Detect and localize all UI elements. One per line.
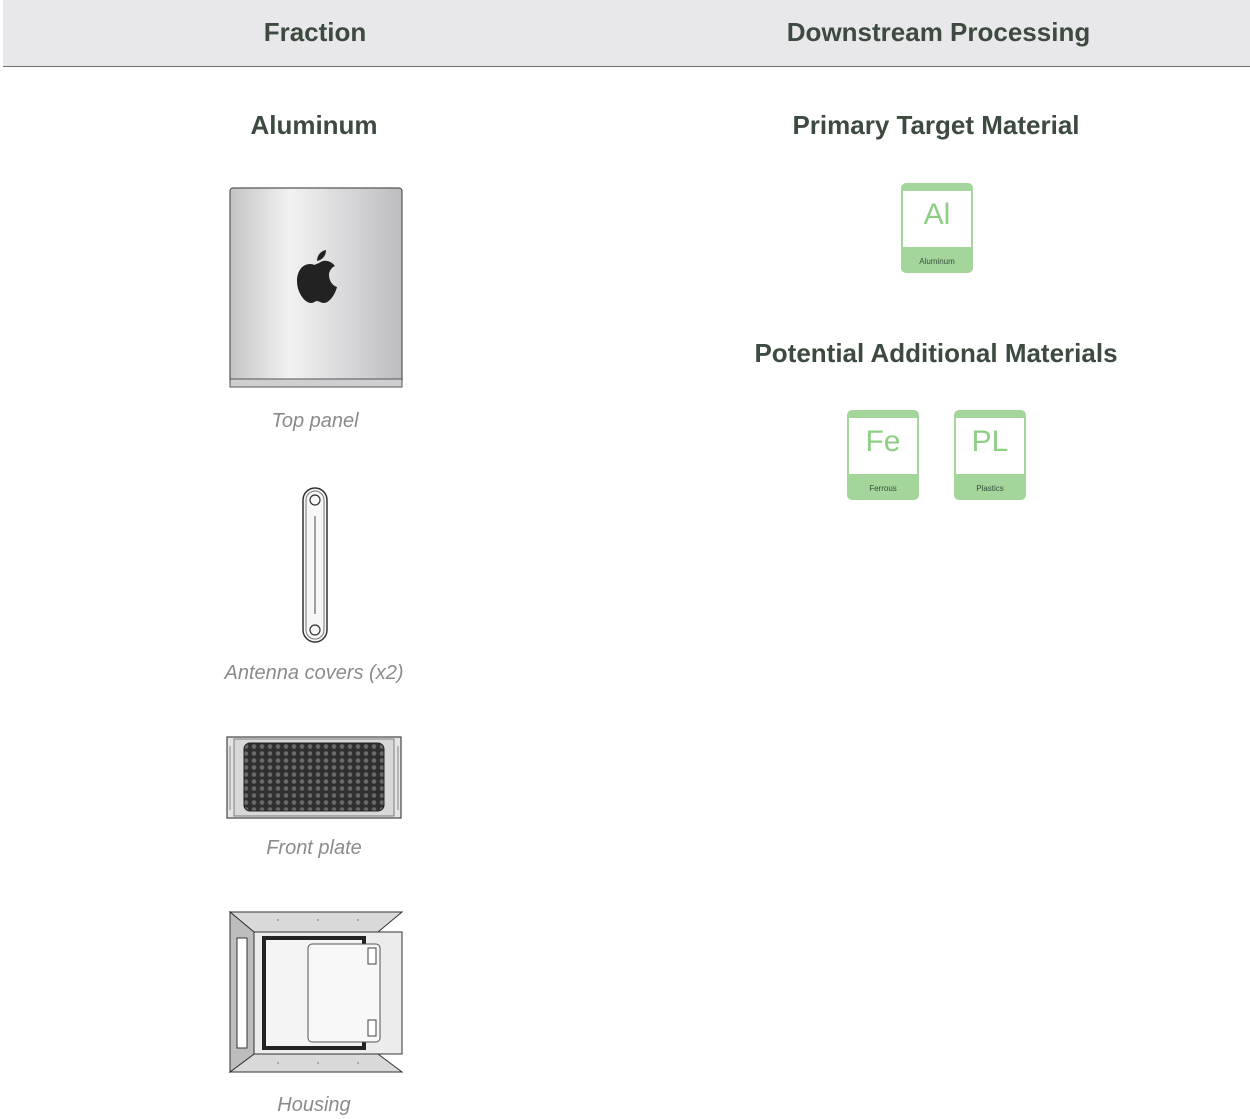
material-symbol: PL xyxy=(971,425,1009,458)
material-badge-ferrous: Fe Ferrous xyxy=(847,410,919,500)
material-badge-aluminum: Al Aluminum xyxy=(901,183,973,273)
front-plate-image xyxy=(226,736,402,820)
table-header: Fraction Downstream Processing xyxy=(3,0,1250,67)
material-symbol: Al xyxy=(923,198,951,231)
material-symbol: Fe xyxy=(865,425,901,458)
primary-target-title: Primary Target Material xyxy=(792,110,1080,140)
front-plate-caption: Front plate xyxy=(266,837,362,859)
housing-caption: Housing xyxy=(277,1094,351,1116)
material-name: Plastics xyxy=(976,484,1004,493)
material-name: Aluminum xyxy=(919,257,955,266)
material-name: Ferrous xyxy=(869,484,897,493)
antenna-cover-image xyxy=(300,486,330,644)
additional-materials-title: Potential Additional Materials xyxy=(754,338,1118,368)
housing-image xyxy=(228,910,404,1076)
fraction-column-header: Fraction xyxy=(263,17,367,47)
fraction-title: Aluminum xyxy=(250,110,378,140)
antenna-covers-caption: Antenna covers (x2) xyxy=(224,662,404,684)
material-badge-plastics: PL Plastics xyxy=(954,410,1026,500)
top-panel-image xyxy=(229,187,403,389)
top-panel-caption: Top panel xyxy=(271,410,359,432)
downstream-column-header: Downstream Processing xyxy=(786,17,1091,47)
